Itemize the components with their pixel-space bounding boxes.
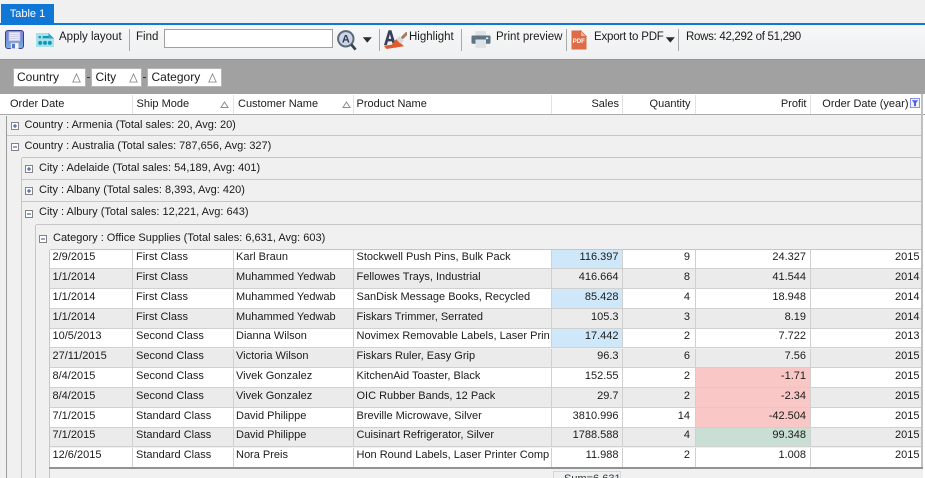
svg-text:A: A xyxy=(341,33,349,45)
svg-text:PDF: PDF xyxy=(572,39,584,45)
